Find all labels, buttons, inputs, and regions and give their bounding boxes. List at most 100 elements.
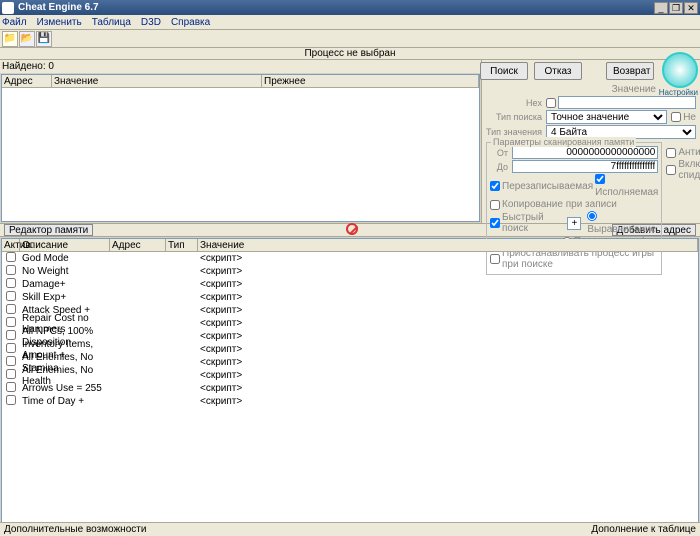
cheat-header-type[interactable]: Тип	[166, 239, 198, 251]
alignment-input[interactable]	[567, 217, 581, 230]
cheat-active-checkbox[interactable]	[6, 278, 16, 288]
valtype-label: Тип значения	[486, 127, 542, 137]
menu-file[interactable]: Файл	[2, 17, 27, 28]
menu-edit[interactable]: Изменить	[37, 17, 82, 28]
value-label: Значение	[612, 84, 656, 95]
cheat-header-desc[interactable]: Описание	[20, 239, 110, 251]
unrandomizer-label: Антирандомайзер	[678, 147, 700, 158]
cheat-row[interactable]: All Enemies, No Health<скрипт>	[2, 369, 698, 382]
scantype-label: Тип поиска	[486, 112, 542, 122]
writable-label: Перезаписываемая	[502, 181, 593, 192]
cheat-row[interactable]: Skill Exp+ <скрипт>	[2, 291, 698, 304]
fast-label: Быстрый поиск	[502, 212, 565, 234]
cheat-header-addr[interactable]: Адрес	[110, 239, 166, 251]
settings-link[interactable]: Настройки	[659, 88, 698, 97]
cheat-desc[interactable]: Arrows Use = 255	[20, 383, 110, 394]
cheat-value[interactable]: <скрипт>	[198, 331, 698, 342]
cheat-active-checkbox[interactable]	[6, 291, 16, 301]
toolbar: 📁 📂 💾	[0, 30, 700, 48]
close-button[interactable]: ✕	[684, 2, 698, 14]
found-count: Найдено: 0	[0, 60, 481, 73]
scantype-select[interactable]: Точное значение	[546, 110, 667, 124]
speedhack-checkbox[interactable]	[666, 165, 676, 175]
executable-label: Исполняемая	[595, 187, 658, 198]
cheat-value[interactable]: <скрипт>	[198, 344, 698, 355]
results-header-address[interactable]: Адрес	[2, 75, 52, 87]
menu-help[interactable]: Справка	[171, 17, 210, 28]
cheat-active-checkbox[interactable]	[6, 317, 16, 327]
statusbar: Дополнительные возможности Дополнение к …	[0, 522, 700, 536]
minimize-button[interactable]: _	[654, 2, 668, 14]
first-scan-button[interactable]: Поиск	[480, 62, 528, 80]
value-input[interactable]	[558, 96, 696, 109]
align-radio[interactable]	[587, 211, 597, 221]
cheat-value[interactable]: <скрипт>	[198, 305, 698, 316]
menubar: Файл Изменить Таблица D3D Справка	[0, 15, 700, 30]
fast-checkbox[interactable]	[490, 218, 500, 228]
lua-label: Не	[683, 112, 696, 123]
cheat-active-checkbox[interactable]	[6, 252, 16, 262]
cheat-desc[interactable]: God Mode	[20, 253, 110, 264]
cheat-desc[interactable]: No Weight	[20, 266, 110, 277]
cheat-active-checkbox[interactable]	[6, 265, 16, 275]
cheat-table[interactable]: Актив. Описание Адрес Тип Значение God M…	[1, 238, 699, 530]
cow-label: Копирование при записи	[502, 199, 617, 210]
results-header-prev[interactable]: Прежнее	[262, 75, 479, 87]
cheat-row[interactable]: Time of Day + <скрипт>	[2, 395, 698, 408]
open-file-button[interactable]: 📂	[19, 31, 35, 47]
cheat-value[interactable]: <скрипт>	[198, 292, 698, 303]
cheat-value[interactable]: <скрипт>	[198, 318, 698, 329]
memopts-title: Параметры сканирования памяти	[491, 137, 636, 147]
menu-d3d[interactable]: D3D	[141, 17, 161, 28]
cheat-active-checkbox[interactable]	[6, 356, 16, 366]
maximize-button[interactable]: ❐	[669, 2, 683, 14]
unrandomizer-checkbox[interactable]	[666, 148, 676, 158]
pause-checkbox[interactable]	[490, 254, 500, 264]
lua-checkbox[interactable]	[671, 112, 681, 122]
cow-checkbox[interactable]	[490, 200, 500, 210]
cheat-value[interactable]: <скрипт>	[198, 396, 698, 407]
cheat-header-value[interactable]: Значение	[198, 239, 698, 251]
hex-checkbox[interactable]	[546, 98, 556, 108]
cheat-active-checkbox[interactable]	[6, 330, 16, 340]
status-right[interactable]: Дополнение к таблице	[591, 524, 696, 535]
range-to-input[interactable]	[512, 160, 658, 173]
cheat-row[interactable]: Arrows Use = 255 <скрипт>	[2, 382, 698, 395]
window-title: Cheat Engine 6.7	[18, 2, 653, 13]
speedhack-label: Включить спидхак	[678, 159, 700, 181]
cheat-active-checkbox[interactable]	[6, 395, 16, 405]
cheat-value[interactable]: <скрипт>	[198, 279, 698, 290]
cheat-value[interactable]: <скрипт>	[198, 383, 698, 394]
cheat-active-checkbox[interactable]	[6, 304, 16, 314]
cheat-desc[interactable]: Damage+	[20, 279, 110, 290]
no-icon[interactable]	[346, 223, 358, 235]
process-bar: Процесс не выбран	[0, 48, 700, 60]
save-button[interactable]: 💾	[36, 31, 52, 47]
open-process-button[interactable]: 📁	[2, 31, 18, 47]
scan-results[interactable]: Адрес Значение Прежнее	[1, 74, 480, 222]
cheat-active-checkbox[interactable]	[6, 382, 16, 392]
executable-checkbox[interactable]	[595, 174, 605, 184]
writable-checkbox[interactable]	[490, 181, 500, 191]
cheat-row[interactable]: Damage+ <скрипт>	[2, 278, 698, 291]
ce-logo-icon[interactable]	[662, 52, 698, 88]
undo-scan-button[interactable]: Возврат	[606, 62, 654, 80]
menu-table[interactable]: Таблица	[92, 17, 131, 28]
results-header-value[interactable]: Значение	[52, 75, 262, 87]
align-label: Выравнивание	[587, 224, 656, 235]
cheat-value[interactable]: <скрипт>	[198, 357, 698, 368]
cheat-desc[interactable]: Time of Day +	[20, 396, 110, 407]
range-from-input[interactable]	[512, 146, 658, 159]
titlebar: Cheat Engine 6.7 _ ❐ ✕	[0, 0, 700, 15]
cheat-desc[interactable]: Skill Exp+	[20, 292, 110, 303]
next-scan-button[interactable]: Отказ	[534, 62, 582, 80]
app-icon	[2, 2, 14, 14]
cheat-active-checkbox[interactable]	[6, 343, 16, 353]
to-label: До	[490, 162, 508, 172]
cheat-header-active[interactable]: Актив.	[2, 239, 20, 251]
scan-panel: Настройки Поиск Отказ Возврат Значение H…	[482, 60, 700, 223]
status-left[interactable]: Дополнительные возможности	[4, 524, 146, 535]
cheat-value[interactable]: <скрипт>	[198, 370, 698, 381]
cheat-active-checkbox[interactable]	[6, 369, 16, 379]
memory-editor-button[interactable]: Редактор памяти	[4, 224, 93, 236]
